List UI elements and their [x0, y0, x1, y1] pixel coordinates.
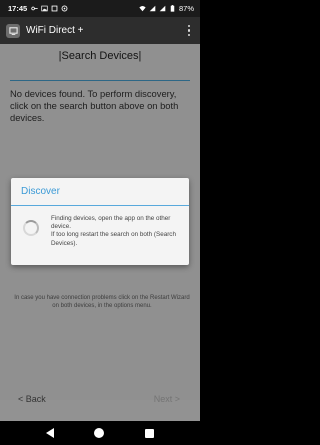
nav-home-icon[interactable] [94, 428, 105, 438]
wifi-icon [139, 6, 146, 12]
overflow-menu-icon[interactable] [184, 24, 194, 38]
battery-icon [170, 5, 175, 12]
nav-recents-icon[interactable] [144, 428, 154, 438]
app-logo-icon [6, 23, 20, 38]
discover-dialog: Discover Finding devices, open the app o… [11, 178, 189, 265]
image-icon [41, 5, 48, 12]
square-icon [51, 5, 58, 12]
signal-icon [149, 5, 156, 12]
status-right-icons: 87% [139, 4, 194, 13]
status-left-icons [31, 5, 68, 12]
vpn-key-icon [31, 6, 38, 11]
app-title: WiFi Direct + [26, 25, 84, 36]
nav-back-icon[interactable] [46, 428, 55, 438]
settings-circle-icon [61, 5, 68, 12]
loading-spinner-icon [23, 220, 39, 236]
dialog-title: Discover [21, 186, 60, 197]
dialog-divider [11, 205, 189, 206]
signal-icon [159, 5, 166, 12]
app-bar: WiFi Direct + [0, 17, 200, 44]
dialog-message: Finding devices, open the app on the oth… [51, 215, 176, 247]
system-navigation-bar [0, 421, 200, 445]
screen: 17:45 87% WiFi Direct + |Search Devices|… [0, 0, 200, 445]
status-bar: 17:45 87% [0, 0, 200, 17]
battery-percent: 87% [178, 4, 194, 13]
status-time: 17:45 [8, 4, 28, 13]
